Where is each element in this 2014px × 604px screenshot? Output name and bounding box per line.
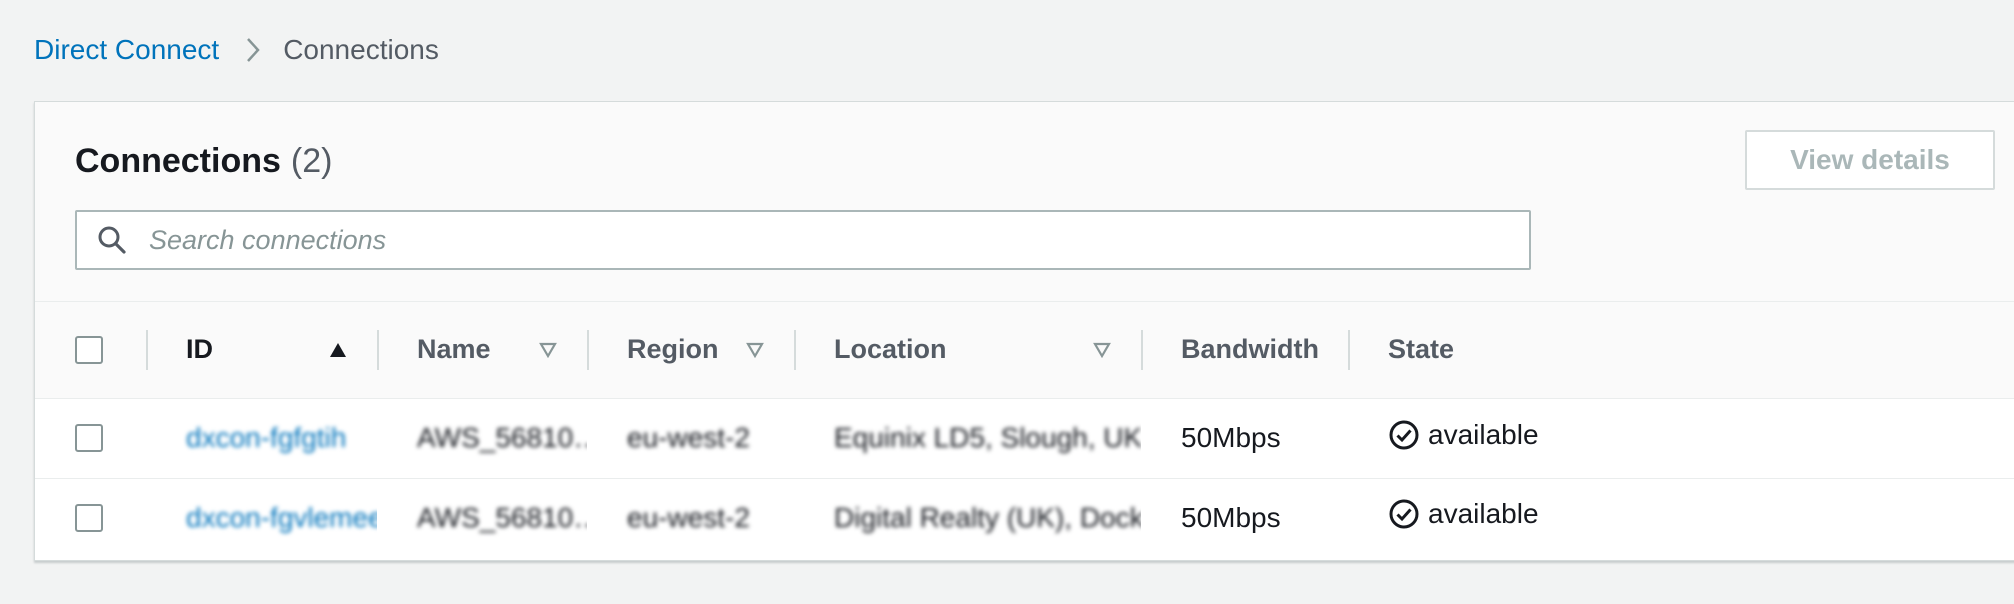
row-checkbox[interactable] (75, 503, 103, 532)
connection-id-cell: dxcon-fgfgtih (146, 398, 377, 479)
column-header-name[interactable]: Name (377, 302, 587, 399)
column-divider (1348, 330, 1350, 370)
column-divider (587, 330, 589, 370)
row-checkbox[interactable] (75, 424, 103, 452)
table-row[interactable]: dxcon-fgfgtih AWS_56810… eu-west-2 Equin… (35, 398, 2014, 479)
row-select-cell (35, 398, 146, 479)
connection-location: Equinix LD5, Slough, UK (834, 422, 1141, 453)
column-header-state-label: State (1388, 334, 1455, 365)
column-header-bandwidth[interactable]: Bandwidth (1141, 302, 1348, 399)
search-icon (98, 226, 126, 254)
column-divider (377, 330, 379, 370)
sort-ascending-icon (330, 342, 346, 357)
status-badge: available (1388, 419, 1539, 451)
connection-location: Digital Realty (UK), Docklands (834, 501, 1141, 533)
column-divider (1141, 330, 1143, 370)
column-header-id-label: ID (186, 334, 213, 365)
connection-region-cell: eu-west-2 (587, 478, 794, 557)
connection-count: (2) (290, 142, 333, 180)
connection-region: eu-west-2 (627, 422, 750, 453)
connection-location-cell: Digital Realty (UK), Docklands (794, 478, 1141, 557)
table-header-row: ID Name Region Location Bandwidth State (35, 302, 2014, 399)
chevron-right-icon (245, 37, 261, 63)
row-select-cell (35, 478, 146, 557)
breadcrumb-direct-connect-link[interactable]: Direct Connect (34, 34, 219, 66)
connections-panel: Connections (2) View details Search conn… (34, 101, 2014, 561)
connection-state: available (1428, 498, 1539, 530)
connection-id-cell: dxcon-fgvlemee (146, 478, 377, 557)
column-header-location[interactable]: Location (794, 302, 1141, 399)
select-all-header (35, 302, 146, 399)
sort-descending-icon (746, 342, 764, 358)
breadcrumb: Direct Connect Connections (34, 34, 439, 66)
status-badge: available (1388, 498, 1539, 530)
connection-state-cell: available (1348, 478, 2014, 557)
column-divider (794, 330, 796, 370)
connection-name: AWS_56810… (417, 422, 587, 453)
panel-title-text: Connections (75, 142, 281, 180)
view-details-button[interactable]: View details (1745, 130, 1995, 190)
connection-name-cell: AWS_56810… (377, 478, 587, 557)
page-title: Connections (2) (75, 142, 332, 181)
column-header-location-label: Location (834, 334, 947, 365)
connection-id-link[interactable]: dxcon-fgvlemee (186, 502, 377, 533)
connection-region: eu-west-2 (627, 501, 750, 533)
connections-table: ID Name Region Location Bandwidth State … (35, 302, 2014, 557)
search-input[interactable] (149, 212, 1529, 268)
check-circle-icon (1389, 420, 1419, 449)
connection-state: available (1428, 418, 1539, 450)
check-circle-icon (1389, 499, 1419, 529)
column-header-id[interactable]: ID (146, 302, 377, 399)
column-header-state[interactable]: State (1348, 302, 2014, 399)
connection-id-link[interactable]: dxcon-fgfgtih (186, 422, 346, 453)
select-all-checkbox[interactable] (75, 335, 103, 364)
connection-region-cell: eu-west-2 (587, 398, 794, 479)
breadcrumb-current: Connections (283, 34, 439, 65)
connection-bandwidth: 50Mbps (1181, 501, 1281, 533)
connection-location-cell: Equinix LD5, Slough, UK (794, 398, 1141, 479)
column-header-name-label: Name (417, 334, 491, 365)
connection-name-cell: AWS_56810… (377, 398, 587, 479)
column-header-bandwidth-label: Bandwidth (1181, 334, 1319, 365)
connection-bandwidth: 50Mbps (1181, 422, 1281, 453)
sort-descending-icon (539, 342, 557, 358)
panel-header: Connections (2) View details (35, 102, 2014, 302)
connection-state-cell: available (1348, 398, 2014, 479)
table-row[interactable]: dxcon-fgvlemee AWS_56810… eu-west-2 Digi… (35, 478, 2014, 557)
connection-name: AWS_56810… (417, 501, 587, 533)
connection-bandwidth-cell: 50Mbps (1141, 478, 1348, 557)
column-divider (146, 330, 148, 370)
connection-bandwidth-cell: 50Mbps (1141, 398, 1348, 479)
column-header-region[interactable]: Region (587, 302, 794, 399)
search-box[interactable] (75, 210, 1531, 270)
sort-descending-icon (1093, 342, 1111, 358)
column-header-region-label: Region (627, 334, 719, 365)
